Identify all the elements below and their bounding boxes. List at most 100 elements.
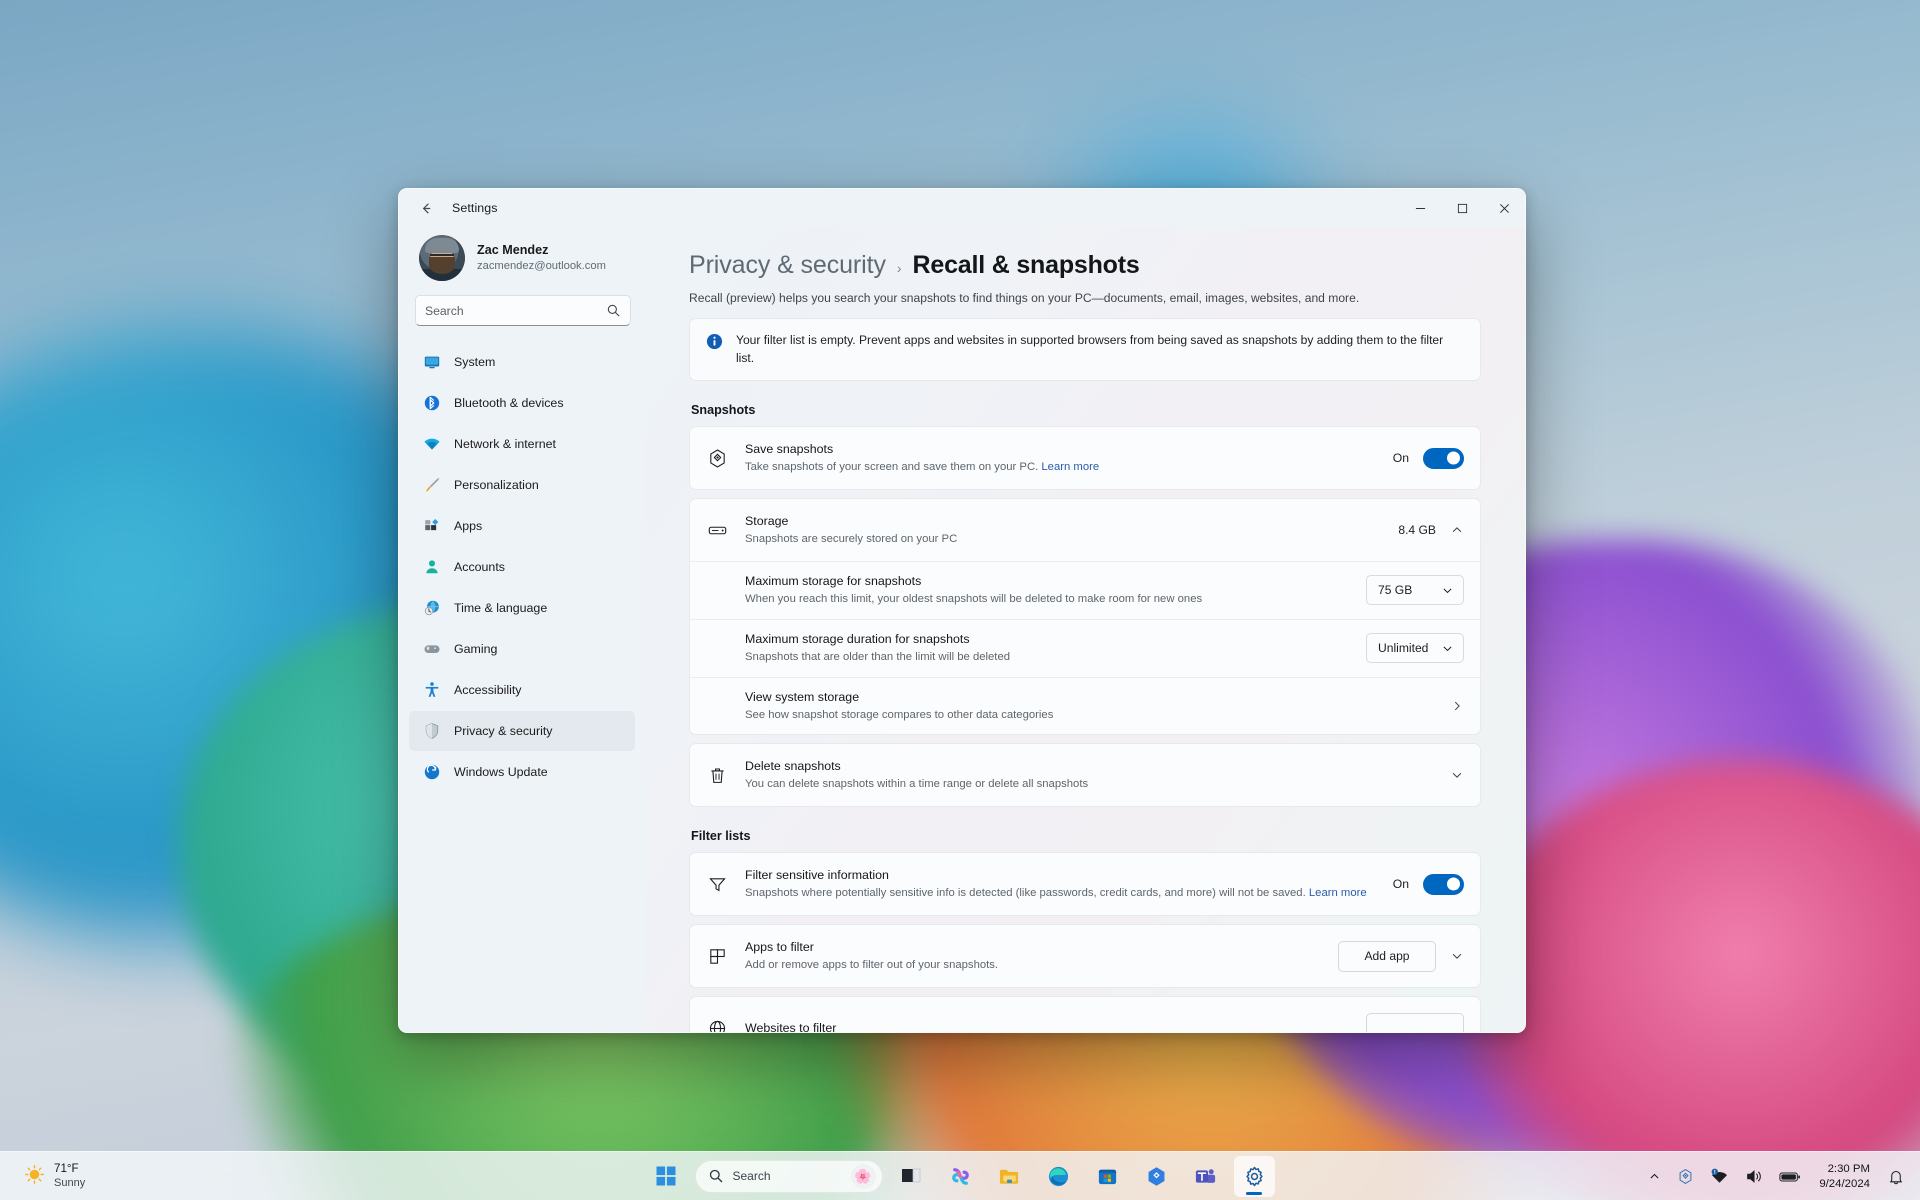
sidebar-item-label: Accounts [454,560,505,574]
filter-sensitive-information-card: Filter sensitive information Snapshots w… [689,852,1481,917]
notifications-button[interactable] [1882,1159,1910,1195]
sidebar-item-windows-update[interactable]: Windows Update [409,752,635,792]
chevron-right-icon [1450,699,1464,713]
close-button[interactable] [1483,189,1525,227]
filter-sensitive-information-toggle[interactable] [1423,873,1464,895]
maximum-storage-dropdown[interactable]: 75 GB [1366,575,1464,606]
learn-more-link[interactable]: Learn more [1041,461,1099,473]
section-heading-filter-lists: Filter lists [691,829,751,844]
apps-to-filter-card: Apps to filter Add or remove apps to fil… [689,924,1481,989]
learn-more-link[interactable]: Learn more [1309,887,1367,899]
account-email: zacmendez@outlook.com [477,259,606,272]
row-maximum-storage-for-snapshots[interactable]: Maximum storage for snapshots When you r… [690,561,1480,619]
app-window-icon [706,946,728,967]
chevron-down-icon[interactable] [1450,949,1464,963]
maximum-duration-dropdown[interactable]: Unlimited [1366,633,1464,664]
tray-recall-icon[interactable] [1671,1159,1700,1195]
account-name: Zac Mendez [477,242,549,257]
tray-battery-icon[interactable] [1773,1159,1807,1195]
row-title: Filter sensitive information [745,867,889,882]
section-heading-snapshots: Snapshots [691,403,756,418]
teams-button[interactable] [1185,1156,1226,1197]
task-view-button[interactable] [891,1156,932,1197]
search-input[interactable] [425,303,606,318]
recall-hexagon-icon [706,448,728,469]
sidebar: Zac Mendez zacmendez@outlook.com Search … [399,227,645,1032]
recall-button[interactable] [1136,1156,1177,1197]
sidebar-item-privacy-security[interactable]: Privacy & security [409,711,635,751]
tray-overflow-button[interactable] [1642,1159,1667,1195]
update-icon [422,763,441,782]
settings-button[interactable] [1233,1155,1275,1197]
row-subtitle: See how snapshot storage compares to oth… [745,708,1054,721]
search-box[interactable] [415,295,631,326]
add-website-button[interactable] [1366,1012,1464,1032]
start-button[interactable] [646,1156,687,1197]
toggle-state-label: On [1392,451,1409,466]
weather-widget[interactable]: 71°F Sunny [14,1152,95,1200]
dropdown-value: 75 GB [1378,583,1413,598]
row-save-snapshots[interactable]: Save snapshots Take snapshots of your sc… [690,427,1480,489]
sidebar-item-system[interactable]: System [409,342,635,382]
row-filter-sensitive-information[interactable]: Filter sensitive information Snapshots w… [690,853,1480,915]
sidebar-item-bluetooth-devices[interactable]: Bluetooth & devices [409,383,635,423]
sidebar-item-label: Accessibility [454,683,522,697]
row-subtitle: Take snapshots of your screen and save t… [745,459,1376,475]
row-title: Apps to filter [745,939,814,954]
row-delete-snapshots[interactable]: Delete snapshots You can delete snapshot… [690,744,1480,806]
page-title: Recall & snapshots [912,251,1140,279]
sidebar-item-gaming[interactable]: Gaming [409,629,635,669]
microsoft-store-button[interactable] [1087,1156,1128,1197]
clock-date: 9/24/2024 [1819,1177,1870,1190]
account-card[interactable]: Zac Mendez zacmendez@outlook.com [409,227,635,295]
chevron-down-icon[interactable] [1450,768,1464,782]
row-maximum-storage-duration-for-snapshots[interactable]: Maximum storage duration for snapshots S… [690,618,1480,677]
add-app-button[interactable]: Add app [1338,940,1436,972]
minimize-button[interactable] [1399,189,1441,227]
tray-volume-icon[interactable] [1739,1159,1769,1195]
maximize-button[interactable] [1441,189,1483,227]
globe-icon [706,1018,728,1032]
shield-icon [422,722,441,741]
chevron-up-icon[interactable] [1450,523,1464,537]
row-subtitle-text: Take snapshots of your screen and save t… [745,461,1039,474]
taskbar-center: Search 🌸 [646,1155,1275,1197]
lotus-icon[interactable]: 🌸 [850,1163,876,1189]
sidebar-item-time-language[interactable]: Time & language [409,588,635,628]
sidebar-item-accounts[interactable]: Accounts [409,547,635,587]
sidebar-item-personalization[interactable]: Personalization [409,465,635,505]
breadcrumb-parent[interactable]: Privacy & security [689,251,886,280]
row-subtitle: Snapshots are securely stored on your PC [745,533,958,546]
paintbrush-icon [422,476,441,495]
taskbar-search-box[interactable]: Search 🌸 [694,1159,883,1193]
row-apps-to-filter[interactable]: Apps to filter Add or remove apps to fil… [690,925,1480,987]
back-button[interactable] [409,193,443,223]
file-explorer-button[interactable] [989,1156,1030,1197]
sidebar-item-apps[interactable]: Apps [409,506,635,546]
sidebar-nav: System Bluetooth & devices Network & int… [409,340,635,1032]
sidebar-item-label: Apps [454,519,483,533]
bluetooth-icon [422,394,441,413]
apps-grid-icon [422,517,441,536]
sidebar-item-accessibility[interactable]: Accessibility [409,670,635,710]
sidebar-item-network-internet[interactable]: Network & internet [409,424,635,464]
tray-network-icon[interactable] [1704,1159,1735,1195]
window-title: Settings [452,201,498,215]
edge-button[interactable] [1038,1156,1079,1197]
clock[interactable]: 2:30 PM 9/24/2024 [1811,1162,1878,1192]
sidebar-item-label: Windows Update [454,765,548,779]
sidebar-item-label: Gaming [454,642,498,656]
row-view-system-storage[interactable]: View system storage See how snapshot sto… [690,676,1480,735]
taskbar: 71°F Sunny Search 🌸 2:30 PM 9/24/2024 [0,1151,1920,1200]
breadcrumb-separator-icon: › [896,260,902,276]
row-storage[interactable]: Storage Snapshots are securely stored on… [690,499,1480,561]
row-subtitle: You can delete snapshots within a time r… [745,778,1089,791]
avatar [419,235,465,281]
person-icon [422,558,441,577]
breadcrumb: Privacy & security › Recall & snapshots [689,251,1481,280]
row-websites-to-filter[interactable]: Websites to filter [690,997,1480,1032]
row-title: Storage [745,513,789,528]
wifi-icon [422,435,441,454]
copilot-button[interactable] [940,1156,981,1197]
save-snapshots-toggle[interactable] [1423,447,1464,469]
